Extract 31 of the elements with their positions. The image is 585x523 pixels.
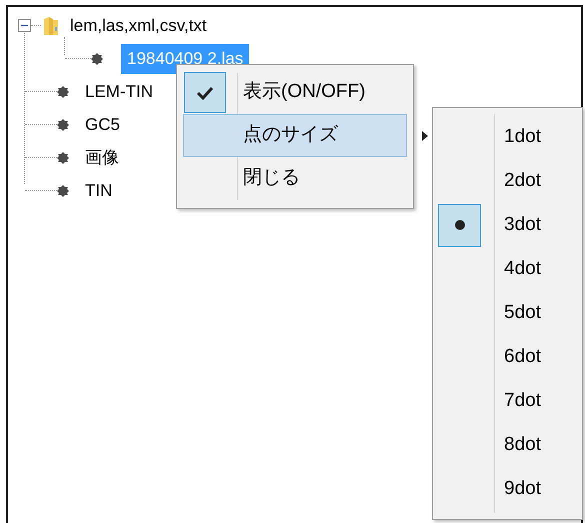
tree-item[interactable]: TIN <box>79 176 118 206</box>
menu-item-label: 閉じる <box>243 166 300 190</box>
submenu-item[interactable]: 9dot <box>438 467 577 511</box>
tree-item[interactable]: 画像 <box>79 142 125 172</box>
menu-item[interactable]: 閉じる <box>183 157 407 200</box>
tree-item[interactable]: GC5 <box>79 110 126 140</box>
submenu-arrow-icon <box>422 130 428 140</box>
submenu-item-label: 1dot <box>504 124 541 149</box>
submenu-item[interactable]: 3dot <box>438 203 577 247</box>
submenu-item-label: 4dot <box>504 256 541 281</box>
submenu-item-label: 6dot <box>504 344 541 369</box>
submenu-item-label: 7dot <box>504 388 541 413</box>
folder-icon <box>43 16 59 36</box>
menu-item-label: 表示(ON/OFF) <box>243 80 366 104</box>
submenu-item[interactable]: 1dot <box>438 115 577 159</box>
submenu-item[interactable]: 6dot <box>438 335 577 379</box>
menu-item[interactable]: 表示(ON/OFF) <box>183 71 407 114</box>
tree-item[interactable]: LEM-TIN <box>79 76 159 106</box>
submenu-item[interactable]: 8dot <box>438 423 577 467</box>
collapse-icon[interactable] <box>18 19 31 32</box>
submenu-item-label: 3dot <box>504 212 541 237</box>
submenu-item[interactable]: 4dot <box>438 247 577 291</box>
tree-item[interactable]: lem,las,xml,csv,txt <box>64 10 213 40</box>
submenu-item[interactable]: 7dot <box>438 379 577 423</box>
submenu-item-label: 5dot <box>504 300 541 325</box>
submenu-item[interactable]: 2dot <box>438 159 577 203</box>
submenu-item-label: 8dot <box>504 432 541 457</box>
submenu-item[interactable]: 5dot <box>438 291 577 335</box>
submenu-item-label: 9dot <box>504 476 541 501</box>
submenu-item-label: 2dot <box>504 168 541 193</box>
menu-item-label: 点のサイズ <box>243 123 338 148</box>
